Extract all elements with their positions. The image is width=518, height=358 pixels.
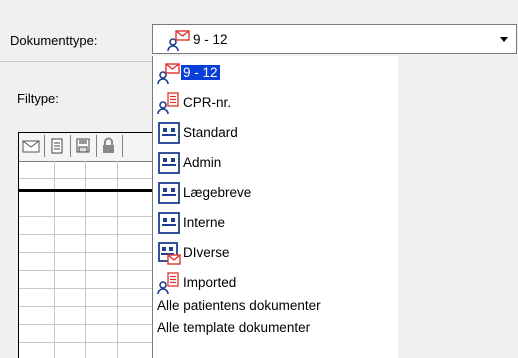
table-header [19,133,158,162]
separator [0,61,152,62]
option-label: Standard [183,125,238,140]
table-row [19,234,158,235]
patient-list-icon [157,271,181,295]
document-type-label: Dokumenttype: [10,33,98,48]
table-row [19,288,158,289]
table-row [19,306,158,307]
option-diverse[interactable]: DIverse [157,238,392,268]
document-type-select[interactable]: 9 - 12 [152,24,517,54]
option-label: Admin [183,155,222,170]
option-imported[interactable]: Imported [157,268,392,298]
option-alle-template-dokumenter[interactable]: Alle template dokumenter [157,318,392,338]
option-laegebreve[interactable]: Lægebreve [157,178,392,208]
envelope-icon[interactable] [19,135,45,157]
option-label: 9 - 12 [181,65,220,80]
selected-value: 9 - 12 [193,32,228,47]
lock-icon[interactable] [97,135,123,157]
table-row [19,270,158,271]
option-9-12[interactable]: 9 - 12 [157,58,392,88]
table-row [19,324,158,325]
table-row [19,216,158,217]
template-icon [157,151,181,175]
table-row [19,342,158,343]
patient-list-icon [157,91,181,115]
template-letter-icon [157,241,181,265]
option-cpr-nr[interactable]: CPR-nr. [157,88,392,118]
option-interne[interactable]: Interne [157,208,392,238]
table-row [19,252,158,253]
chevron-down-icon[interactable] [500,37,508,42]
save-icon[interactable] [71,135,97,157]
option-admin[interactable]: Admin [157,148,392,178]
template-icon [157,211,181,235]
option-label: Lægebreve [183,185,252,200]
patient-letter-icon [157,61,181,85]
option-label: CPR-nr. [183,95,232,110]
option-label: Alle template dokumenter [157,320,311,335]
document-type-dropdown[interactable]: 9 - 12 CPR-nr. Standard Admin Lægebreve … [152,56,398,358]
table-separator [19,189,158,192]
option-label: Interne [183,215,226,230]
option-label: Imported [183,275,237,290]
option-label: Alle patientens dokumenter [157,298,321,313]
option-label: DIverse [183,245,230,260]
template-icon [157,181,181,205]
option-standard[interactable]: Standard [157,118,392,148]
file-type-label: Filtype: [17,91,59,106]
patient-letter-icon [167,30,191,55]
table-row [19,178,158,179]
template-icon [157,121,181,145]
document-icon[interactable] [45,135,71,157]
documents-table[interactable] [18,132,158,358]
option-alle-patientens-dokumenter[interactable]: Alle patientens dokumenter [157,296,392,316]
